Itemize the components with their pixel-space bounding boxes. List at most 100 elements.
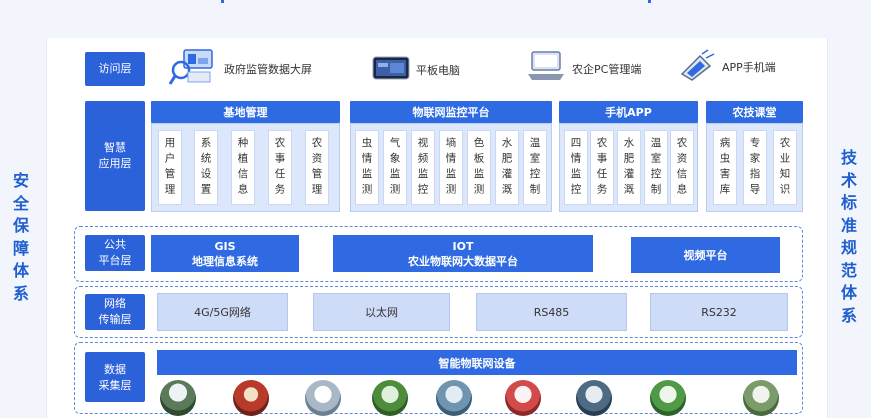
function-cell[interactable]: 农事任务 [268,130,292,205]
access-item-app: APP手机端 [678,48,776,85]
function-cell[interactable]: 专家指导 [743,130,767,205]
platform-line1: 视频平台 [683,248,728,262]
app-layer-label-line2: 应用层 [98,157,132,170]
security-system-label: 安全保障体系 [12,171,29,303]
function-cell-text: 色板监测 [472,136,485,199]
network-item-rs232[interactable]: RS232 [650,293,788,331]
network-item-text: 以太网 [365,306,398,319]
function-cell-text: 系统设置 [199,136,212,199]
platform-line1: GIS [214,239,236,253]
app-layer-label: 智慧 应用层 [85,101,145,211]
network-layer-label-line2: 传输层 [98,313,132,326]
function-cell-text: 四情监控 [569,136,582,199]
device-photo-camera [436,380,472,416]
group-head-mobile-app: 手机APP [559,101,698,123]
function-cell-text: 种植信息 [236,136,249,199]
function-cell-text: 视频监控 [416,136,429,199]
access-item-tablet: 平板电脑 [372,56,460,83]
function-cell-text: 农资信息 [675,136,688,199]
phone-icon [678,48,716,85]
collection-layer-label-line1: 数据 [104,363,126,376]
access-layer-label: 访问层 [85,52,145,86]
group-title: 手机APP [605,106,652,119]
platform-iot[interactable]: IOT 农业物联网大数据平台 [333,235,593,272]
function-cell-text: 农业知识 [778,136,791,199]
function-cell[interactable]: 色板监测 [467,130,491,205]
access-item-pc: 农企PC管理端 [526,50,641,87]
group-body-mobile-app: 四情监控 农事任务 水肥灌溉 温室控制 农资信息 [559,123,698,212]
platform-layer-label-line1: 公共 [104,238,126,251]
function-cell[interactable]: 气象监测 [383,130,407,205]
access-item-data-screen: 政府监管数据大屏 [168,46,312,91]
device-photo-irrigation [650,380,686,416]
network-item-rs485[interactable]: RS485 [476,293,627,331]
function-cell-text: 气象监测 [388,136,401,199]
access-item-label: 农企PC管理端 [572,62,642,76]
function-cell[interactable]: 系统设置 [194,130,218,205]
device-photo-sensor-pole [305,380,341,416]
data-screen-icon [168,46,218,91]
group-body-agri-class: 病虫害库 专家指导 农业知识 [706,123,803,212]
function-cell[interactable]: 种植信息 [231,130,255,205]
network-item-ethernet[interactable]: 以太网 [313,293,450,331]
top-decor-dot [221,0,224,3]
function-cell-text: 温室控制 [649,136,662,199]
function-cell[interactable]: 农业知识 [773,130,797,205]
group-head-iot-monitor: 物联网监控平台 [350,101,552,123]
function-cell[interactable]: 四情监控 [564,130,588,205]
function-cell-text: 病虫害库 [718,136,731,199]
function-cell-text: 专家指导 [748,136,761,199]
function-cell[interactable]: 视频监控 [411,130,435,205]
group-title: 农技课堂 [732,106,777,119]
network-item-text: RS232 [701,305,737,319]
device-photo-soil-sensor [372,380,408,416]
function-cell-text: 虫情监测 [360,136,373,199]
platform-line2: 农业物联网大数据平台 [408,254,518,268]
device-photo-pest-lamp [233,380,269,416]
tablet-icon [372,56,410,83]
function-cell[interactable]: 农事任务 [590,130,614,205]
network-item-text: RS485 [533,305,570,319]
device-photo-greenhouse [743,380,779,416]
function-cell[interactable]: 病虫害库 [713,130,737,205]
collection-layer-label-line2: 采集层 [98,379,132,392]
iot-device-header-text: 智能物联网设备 [438,356,516,370]
function-cell-text: 农资管理 [310,136,323,199]
platform-gis[interactable]: GIS 地理信息系统 [151,235,299,272]
function-cell[interactable]: 农资管理 [305,130,329,205]
network-item-4g5g[interactable]: 4G/5G网络 [157,293,288,331]
function-cell[interactable]: 墒情监测 [439,130,463,205]
function-cell-text: 农事任务 [595,136,608,199]
iot-device-header: 智能物联网设备 [157,350,797,375]
app-layer-label-line1: 智慧 [104,141,126,154]
platform-line1: IOT [452,239,474,253]
function-cell-text: 水肥灌溉 [622,136,635,199]
access-item-label: 政府监管数据大屏 [224,62,312,76]
network-layer-label-line1: 网络 [104,297,126,310]
access-item-label: APP手机端 [722,60,776,74]
device-photo-controller [576,380,612,416]
function-cell[interactable]: 水肥灌溉 [617,130,641,205]
function-cell[interactable]: 农资信息 [670,130,694,205]
function-cell[interactable]: 用户管理 [158,130,182,205]
top-decor-dot [648,0,651,3]
platform-layer-label-line2: 平台层 [98,254,132,267]
function-cell[interactable]: 虫情监测 [355,130,379,205]
function-cell-text: 农事任务 [273,136,286,199]
device-photo-weather-station [160,380,196,416]
function-cell-text: 温室控制 [528,136,541,199]
pc-icon [526,50,566,87]
access-layer-label-text: 访问层 [98,62,132,75]
group-title: 基地管理 [223,106,268,119]
access-item-label: 平板电脑 [416,63,460,77]
collection-layer-label: 数据 采集层 [85,352,145,402]
platform-video[interactable]: 视频平台 [631,237,780,273]
standards-system-label: 技术标准规范体系 [840,148,857,325]
network-item-text: 4G/5G网络 [194,306,251,319]
function-cell[interactable]: 水肥灌溉 [495,130,519,205]
function-cell-text: 水肥灌溉 [500,136,513,199]
platform-line2: 地理信息系统 [192,254,258,268]
function-cell[interactable]: 温室控制 [644,130,668,205]
function-cell[interactable]: 温室控制 [523,130,547,205]
function-cell-text: 墒情监测 [444,136,457,199]
